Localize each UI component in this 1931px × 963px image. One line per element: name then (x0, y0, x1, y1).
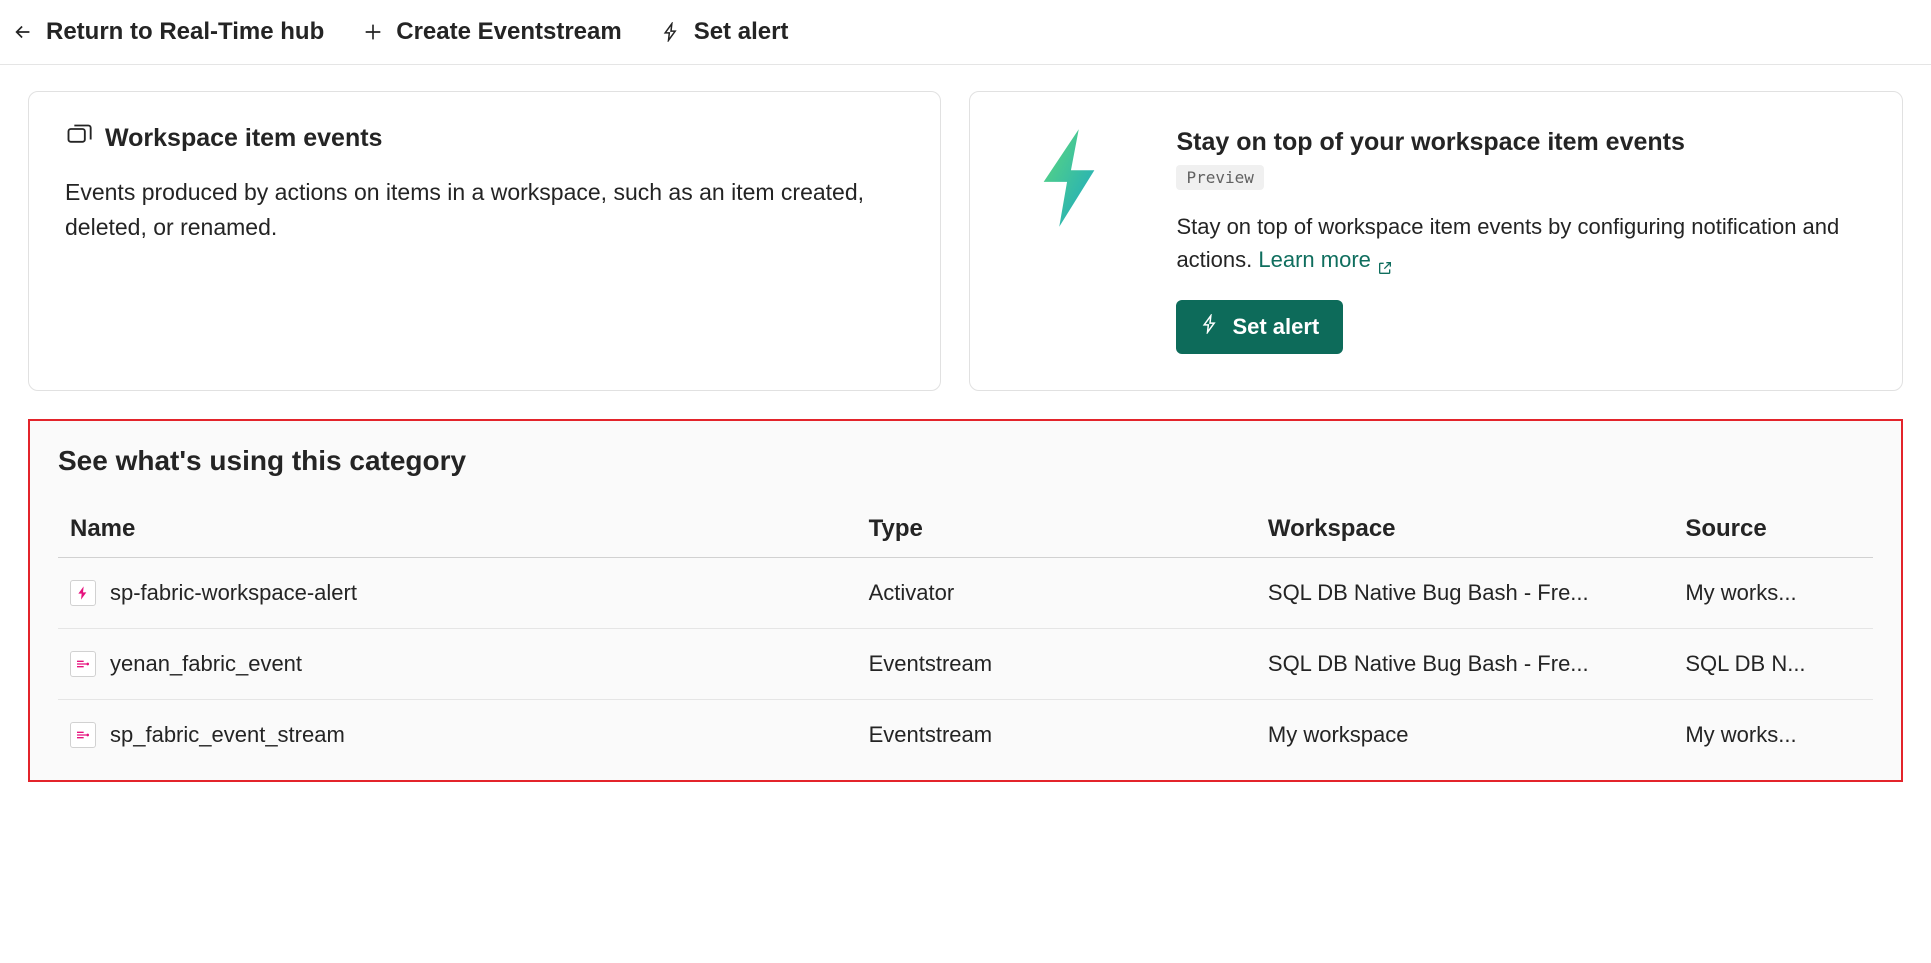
col-source-header[interactable]: Source (1673, 501, 1873, 558)
plus-icon (362, 21, 384, 43)
set-alert-label: Set alert (694, 18, 789, 46)
row-type: Eventstream (857, 629, 1256, 700)
promo-text: Stay on top of workspace item events by … (1176, 210, 1866, 276)
preview-badge: Preview (1176, 165, 1263, 190)
row-workspace: SQL DB Native Bug Bash - Fre... (1256, 629, 1673, 700)
eventstream-icon (70, 651, 96, 677)
row-workspace: My workspace (1256, 700, 1673, 771)
create-eventstream-button[interactable]: Create Eventstream (362, 18, 621, 46)
col-workspace-header[interactable]: Workspace (1256, 501, 1673, 558)
return-button[interactable]: Return to Real-Time hub (12, 18, 324, 46)
table-row[interactable]: yenan_fabric_event EventstreamSQL DB Nati… (58, 629, 1873, 700)
usage-table: Name Type Workspace Source sp-fabric-wor… (58, 501, 1873, 770)
section-heading: See what's using this category (58, 445, 1873, 477)
bolt-large-icon (1030, 128, 1108, 228)
promo-content: Stay on top of your workspace item event… (1176, 128, 1866, 354)
row-type: Activator (857, 558, 1256, 629)
row-source: My works... (1673, 558, 1873, 629)
col-type-header[interactable]: Type (857, 501, 1256, 558)
set-alert-button-label: Set alert (1232, 314, 1319, 340)
toolbar: Return to Real-Time hub Create Eventstre… (0, 0, 1931, 65)
table-row[interactable]: sp_fabric_event_streamEventstreamMy work… (58, 700, 1873, 771)
card-title: Workspace item events (105, 124, 382, 153)
card-title-row: Workspace item events (65, 122, 904, 155)
row-type: Eventstream (857, 700, 1256, 771)
promo-title: Stay on top of your workspace item event… (1176, 128, 1866, 157)
row-name: sp-fabric-workspace-alert (110, 580, 357, 606)
col-name-header[interactable]: Name (58, 501, 857, 558)
table-row[interactable]: sp-fabric-workspace-alert ActivatorSQL DB… (58, 558, 1873, 629)
external-link-icon (1377, 252, 1393, 268)
workspace-events-card: Workspace item events Events produced by… (28, 91, 941, 391)
learn-more-label: Learn more (1258, 243, 1371, 276)
activator-icon (70, 580, 96, 606)
row-workspace: SQL DB Native Bug Bash - Fre... (1256, 558, 1673, 629)
card-description: Events produced by actions on items in a… (65, 175, 904, 244)
create-label: Create Eventstream (396, 18, 621, 46)
eventstream-icon (70, 722, 96, 748)
row-source: SQL DB N... (1673, 629, 1873, 700)
row-source: My works... (1673, 700, 1873, 771)
arrow-left-icon (12, 21, 34, 43)
learn-more-link[interactable]: Learn more (1258, 243, 1393, 276)
workspace-icon (65, 122, 93, 155)
bolt-icon (1200, 314, 1220, 340)
set-alert-button[interactable]: Set alert (1176, 300, 1343, 354)
promo-card: Stay on top of your workspace item event… (969, 91, 1903, 391)
set-alert-toolbar-button[interactable]: Set alert (660, 18, 789, 46)
content-area: Workspace item events Events produced by… (0, 65, 1931, 808)
table-header-row: Name Type Workspace Source (58, 501, 1873, 558)
row-name: yenan_fabric_event (110, 651, 302, 677)
usage-section: See what's using this category Name Type… (28, 419, 1903, 782)
cards-row: Workspace item events Events produced by… (28, 91, 1903, 391)
bolt-icon (660, 21, 682, 43)
row-name: sp_fabric_event_stream (110, 722, 345, 748)
return-label: Return to Real-Time hub (46, 18, 324, 46)
